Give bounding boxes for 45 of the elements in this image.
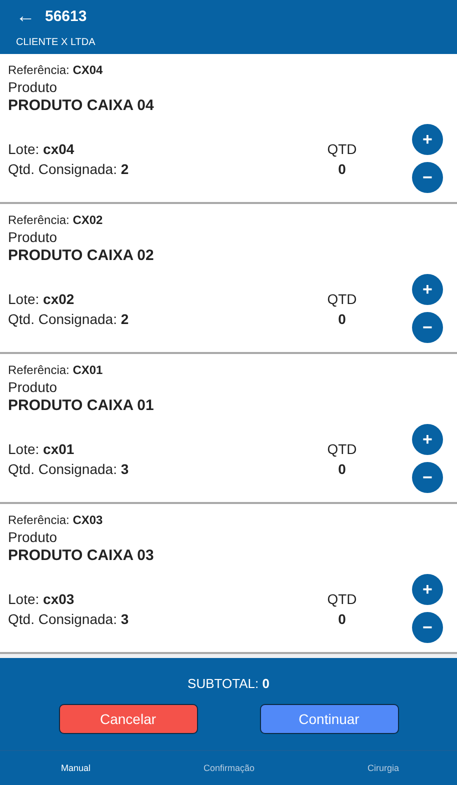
quantity-value: 0 xyxy=(337,160,347,178)
quantity-label: QTD xyxy=(326,440,358,458)
product-label: Produto xyxy=(8,378,58,396)
tab[interactable]: Confirmação xyxy=(203,763,255,773)
tab[interactable]: Cirurgia xyxy=(367,763,399,773)
continue-button[interactable]: Continuar xyxy=(260,704,398,734)
lot-text: Lote: cx02 xyxy=(8,290,76,308)
quantity-value: 0 xyxy=(337,610,347,628)
consigned-quantity: Qtd. Consignada: 2 xyxy=(8,310,130,328)
reference-text: Referência: CX04 xyxy=(8,62,104,78)
quantity-label: QTD xyxy=(326,140,358,158)
quantity-label: QTD xyxy=(326,290,358,308)
product-name: PRODUTO CAIXA 02 xyxy=(8,246,155,266)
increment-button[interactable]: + xyxy=(412,274,443,305)
subtotal-text: SUBTOTAL: 0 xyxy=(188,676,270,691)
product-name: PRODUTO CAIXA 03 xyxy=(8,546,155,566)
product-name: PRODUTO CAIXA 04 xyxy=(8,96,155,116)
increment-button[interactable]: + xyxy=(412,574,443,605)
order-number: 56613 xyxy=(45,8,87,24)
tab[interactable]: Manual xyxy=(61,763,91,773)
product-label: Produto xyxy=(8,228,58,246)
reference-text: Referência: CX02 xyxy=(8,212,104,228)
increment-button[interactable]: + xyxy=(412,424,443,455)
lot-text: Lote: cx04 xyxy=(8,140,76,158)
product-label: Produto xyxy=(8,528,58,546)
consigned-quantity: Qtd. Consignada: 2 xyxy=(8,160,130,178)
consigned-quantity: Qtd. Consignada: 3 xyxy=(8,610,130,628)
decrement-button[interactable]: − xyxy=(412,312,443,343)
decrement-button[interactable]: − xyxy=(412,612,443,643)
reference-text: Referência: CX01 xyxy=(8,362,104,378)
client-name: CLIENTE X LTDA xyxy=(16,37,96,48)
reference-text: Referência: CX03 xyxy=(8,512,104,528)
cancel-button[interactable]: Cancelar xyxy=(58,704,198,734)
product-name: PRODUTO CAIXA 01 xyxy=(8,396,155,416)
consigned-quantity: Qtd. Consignada: 3 xyxy=(8,460,130,478)
lot-text: Lote: cx03 xyxy=(8,590,76,608)
back-arrow-icon[interactable]: ← xyxy=(16,6,35,26)
increment-button[interactable]: + xyxy=(412,124,443,155)
quantity-value: 0 xyxy=(337,310,347,328)
product-label: Produto xyxy=(8,78,58,96)
decrement-button[interactable]: − xyxy=(412,462,443,493)
lot-text: Lote: cx01 xyxy=(8,440,76,458)
quantity-label: QTD xyxy=(326,590,358,608)
quantity-value: 0 xyxy=(337,460,347,478)
decrement-button[interactable]: − xyxy=(412,162,443,193)
